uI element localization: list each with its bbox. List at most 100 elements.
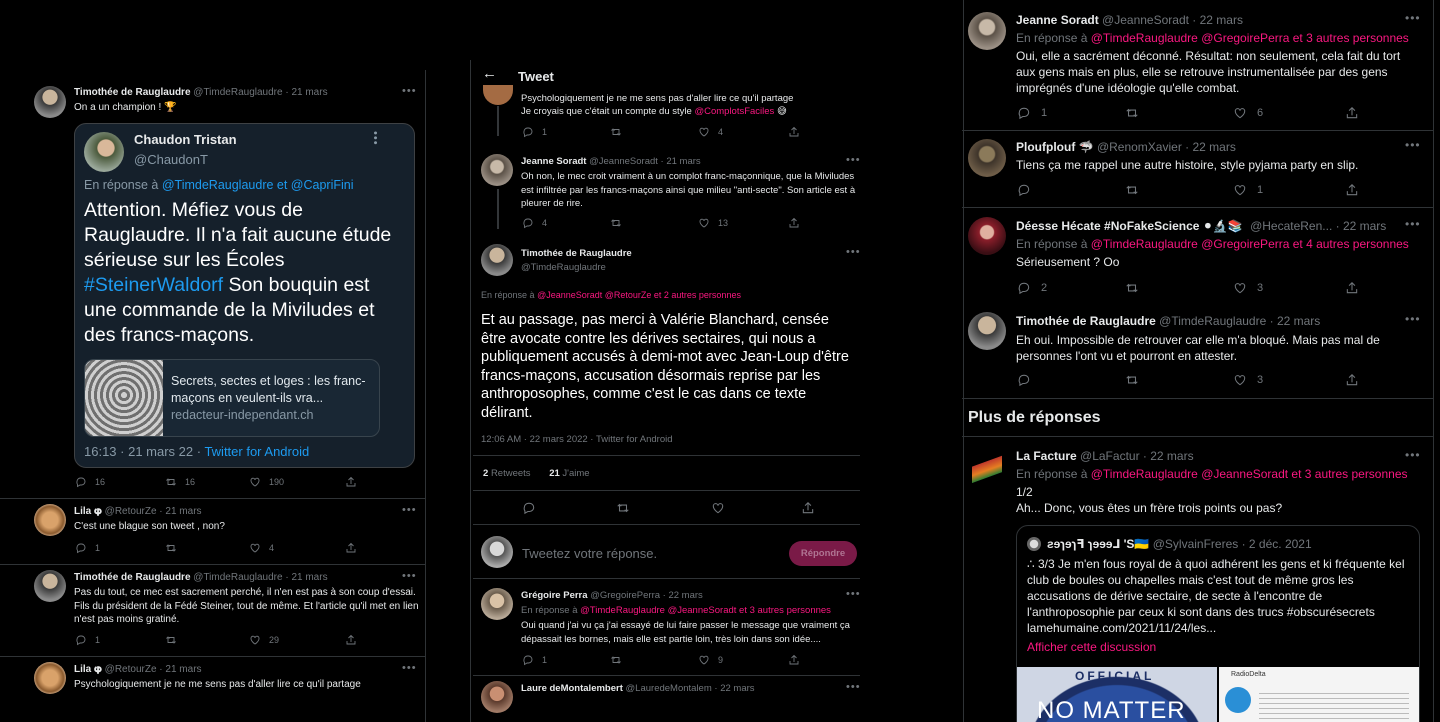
reply-mentions[interactable]: @TimdeRauglaudre @GregoirePerra et 4 aut… bbox=[1091, 237, 1409, 251]
like-button[interactable]: 3 bbox=[1233, 281, 1345, 295]
quote-source[interactable]: Twitter for Android bbox=[204, 444, 309, 459]
reply-button[interactable] bbox=[522, 501, 616, 515]
avatar[interactable] bbox=[34, 86, 66, 118]
reply-mentions[interactable]: @TimdeRauglaudre @JeanneSoradt et 3 autr… bbox=[580, 605, 831, 616]
more-icon[interactable]: ••• bbox=[1405, 217, 1421, 231]
more-icon[interactable]: ••• bbox=[402, 504, 417, 516]
avatar[interactable] bbox=[481, 588, 513, 620]
author-handle[interactable]: @TimdeRauglaudre · 21 mars bbox=[193, 572, 327, 583]
quote-author-handle[interactable]: @ChaudonT bbox=[134, 152, 208, 167]
like-button[interactable]: 4 bbox=[249, 542, 345, 554]
avatar[interactable] bbox=[968, 217, 1006, 255]
like-button[interactable]: 9 bbox=[698, 654, 788, 666]
author-handle[interactable]: @RenomXavier · 22 mars bbox=[1097, 140, 1236, 154]
quoted-tweet[interactable]: ƨɘɿɘɿꟻ ɿɘɘɘ⅃ 'S🇺🇦 @SylvainFreres · 2 déc… bbox=[1016, 525, 1420, 722]
share-button[interactable] bbox=[1345, 106, 1359, 120]
author-handle[interactable]: @TimdeRauglaudre · 22 mars bbox=[1159, 314, 1320, 328]
more-icon[interactable]: ••• bbox=[1405, 138, 1421, 152]
link-card[interactable]: Secrets, sectes et loges : les franc-maç… bbox=[84, 359, 380, 437]
more-icon[interactable]: ••• bbox=[1405, 448, 1421, 462]
like-button[interactable]: 6 bbox=[1233, 106, 1345, 120]
retweet-button[interactable] bbox=[1125, 106, 1233, 120]
quote-author-handle[interactable]: @SylvainFreres · 2 déc. 2021 bbox=[1153, 537, 1312, 551]
like-button[interactable]: 29 bbox=[249, 634, 345, 646]
author-name[interactable]: Grégoire Perra bbox=[521, 590, 588, 601]
more-icon[interactable]: ••• bbox=[1405, 312, 1421, 326]
retweet-button[interactable] bbox=[610, 126, 698, 138]
retweet-button[interactable] bbox=[610, 217, 698, 229]
avatar[interactable] bbox=[34, 504, 66, 536]
author-name[interactable]: Jeanne Soradt bbox=[521, 156, 586, 167]
share-button[interactable] bbox=[788, 654, 800, 666]
reply-button[interactable]: 1 bbox=[1017, 106, 1125, 120]
likes-stat[interactable]: 21 J'aime bbox=[549, 468, 589, 479]
more-icon[interactable]: ••• bbox=[402, 570, 417, 582]
author-name[interactable]: Déesse Hécate #NoFakeScience ⚫🔬📚 bbox=[1016, 219, 1243, 233]
avatar[interactable] bbox=[481, 681, 513, 713]
share-button[interactable] bbox=[1345, 281, 1359, 295]
mention-link[interactable]: @ComplotsFaciles bbox=[694, 106, 774, 117]
more-icon[interactable]: ••• bbox=[846, 246, 861, 258]
author-handle[interactable]: @HecateRen... · 22 mars bbox=[1250, 219, 1386, 233]
author-handle[interactable]: @JeanneSoradt · 21 mars bbox=[589, 156, 701, 167]
reply-mentions[interactable]: @TimdeRauglaudre @GregoirePerra et 3 aut… bbox=[1091, 31, 1409, 45]
reply-submit-button[interactable]: Répondre bbox=[789, 541, 857, 566]
avatar[interactable] bbox=[34, 662, 66, 694]
author-handle[interactable]: @GregoirePerra · 22 mars bbox=[590, 590, 703, 601]
retweet-button[interactable] bbox=[1125, 373, 1233, 387]
reply-input[interactable]: Tweetez votre réponse. bbox=[522, 546, 657, 561]
like-button[interactable]: 4 bbox=[698, 126, 788, 138]
more-icon[interactable]: ••• bbox=[846, 588, 861, 600]
author-name[interactable]: Timothée de Rauglaudre bbox=[74, 87, 191, 98]
quote-author-name[interactable]: Chaudon Tristan bbox=[134, 132, 237, 147]
quoted-tweet[interactable]: Chaudon Tristan @ChaudonT ••• En réponse… bbox=[74, 123, 415, 468]
reply-mentions[interactable]: @TimdeRauglaudre @JeanneSoradt et 3 autr… bbox=[1091, 467, 1408, 481]
author-handle[interactable]: @LaFactur · 22 mars bbox=[1080, 449, 1194, 463]
avatar[interactable] bbox=[968, 139, 1006, 177]
avatar[interactable] bbox=[972, 450, 1002, 486]
author-name[interactable]: La Facture bbox=[1016, 449, 1077, 463]
reply-button[interactable]: 1 bbox=[522, 126, 610, 138]
avatar[interactable] bbox=[84, 132, 124, 172]
quote-image-1[interactable]: OFFICIAL NO MATTER bbox=[1017, 667, 1217, 722]
reply-button[interactable]: 1 bbox=[522, 654, 610, 666]
author-handle[interactable]: @RetourZe · 21 mars bbox=[105, 664, 202, 675]
reply-mentions[interactable]: @TimdeRauglaudre et @CapriFini bbox=[162, 178, 354, 192]
like-button[interactable]: 3 bbox=[1233, 373, 1345, 387]
like-button[interactable]: 190 bbox=[249, 476, 345, 488]
reply-button[interactable]: 16 bbox=[75, 476, 165, 488]
like-button[interactable]: 13 bbox=[698, 217, 788, 229]
author-handle[interactable]: @LauredeMontalem · 22 mars bbox=[626, 683, 755, 694]
author-name[interactable]: Ploufplouf 🦈 bbox=[1016, 140, 1094, 154]
share-button[interactable] bbox=[345, 476, 357, 488]
back-arrow-icon[interactable]: ← bbox=[482, 65, 497, 82]
author-handle[interactable]: @JeanneSoradt · 22 mars bbox=[1102, 13, 1243, 27]
author-name[interactable]: Lila 𝛗 bbox=[74, 506, 102, 517]
retweet-button[interactable] bbox=[165, 634, 249, 646]
reply-button[interactable] bbox=[1017, 183, 1125, 197]
reply-button[interactable]: 1 bbox=[75, 634, 165, 646]
more-icon[interactable]: ••• bbox=[369, 131, 381, 146]
retweet-button[interactable] bbox=[165, 542, 249, 554]
author-name[interactable]: Timothée de Rauglaudre bbox=[1016, 314, 1156, 328]
quote-author-name[interactable]: ƨɘɿɘɿꟻ ɿɘɘɘ⅃ 'S🇺🇦 bbox=[1047, 537, 1149, 551]
avatar[interactable] bbox=[968, 12, 1006, 50]
reply-mentions[interactable]: @JeanneSoradt @RetourZe et 2 autres pers… bbox=[537, 290, 741, 300]
reply-button[interactable]: 1 bbox=[75, 542, 165, 554]
avatar[interactable] bbox=[34, 570, 66, 602]
quote-image-2[interactable]: RadioDelta bbox=[1219, 667, 1419, 722]
reply-button[interactable] bbox=[1017, 373, 1125, 387]
avatar[interactable] bbox=[483, 85, 513, 105]
avatar[interactable] bbox=[968, 312, 1006, 350]
retweet-button[interactable] bbox=[1125, 281, 1233, 295]
share-button[interactable] bbox=[788, 126, 800, 138]
show-thread-link[interactable]: Afficher cette discussion bbox=[1027, 640, 1156, 654]
share-button[interactable] bbox=[801, 501, 815, 515]
author-handle[interactable]: @TimdeRauglaudre · 21 mars bbox=[193, 87, 327, 98]
retweet-button[interactable] bbox=[616, 501, 711, 515]
share-button[interactable] bbox=[345, 542, 357, 554]
reply-button[interactable]: 2 bbox=[1017, 281, 1125, 295]
share-button[interactable] bbox=[788, 217, 800, 229]
retweet-button[interactable] bbox=[1125, 183, 1233, 197]
hashtag-link[interactable]: #SteinerWaldorf bbox=[84, 274, 223, 296]
